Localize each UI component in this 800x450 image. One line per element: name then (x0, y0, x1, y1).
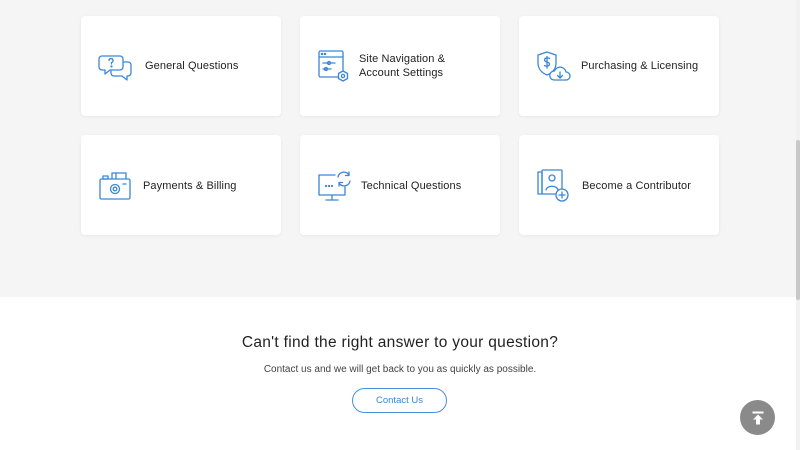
category-card-purchasing-licensing[interactable]: Purchasing & Licensing (519, 16, 719, 116)
category-card-become-contributor[interactable]: Become a Contributor (519, 135, 719, 235)
category-card-general-questions[interactable]: General Questions (81, 16, 281, 116)
contact-us-button[interactable]: Contact Us (352, 388, 447, 413)
category-label: Become a Contributor (582, 180, 691, 192)
category-label: Payments & Billing (143, 180, 237, 192)
photos-add-icon (537, 169, 569, 202)
chat-bubbles-question-icon (98, 55, 132, 81)
category-label: General Questions (145, 60, 239, 72)
back-to-top-button[interactable] (740, 400, 775, 435)
contact-heading: Can't find the right answer to your ques… (241, 334, 559, 351)
shield-dollar-download-icon (537, 51, 571, 81)
category-label: Site Navigation & Account Settings (359, 53, 446, 79)
category-card-site-navigation[interactable]: Site Navigation & Account Settings (300, 16, 500, 116)
arrow-up-to-top-icon (752, 411, 763, 424)
page-scrollbar[interactable] (796, 0, 800, 450)
category-card-technical-questions[interactable]: Technical Questions (300, 135, 500, 235)
monitor-refresh-icon (318, 171, 351, 201)
browser-settings-icon (318, 50, 349, 82)
wallet-camera-icon (99, 172, 131, 200)
scrollbar-thumb[interactable] (796, 140, 800, 300)
contact-subtitle: Contact us and we will get back to you a… (263, 364, 537, 375)
category-card-payments-billing[interactable]: Payments & Billing (81, 135, 281, 235)
category-label: Technical Questions (361, 180, 462, 192)
category-label: Purchasing & Licensing (581, 60, 699, 72)
